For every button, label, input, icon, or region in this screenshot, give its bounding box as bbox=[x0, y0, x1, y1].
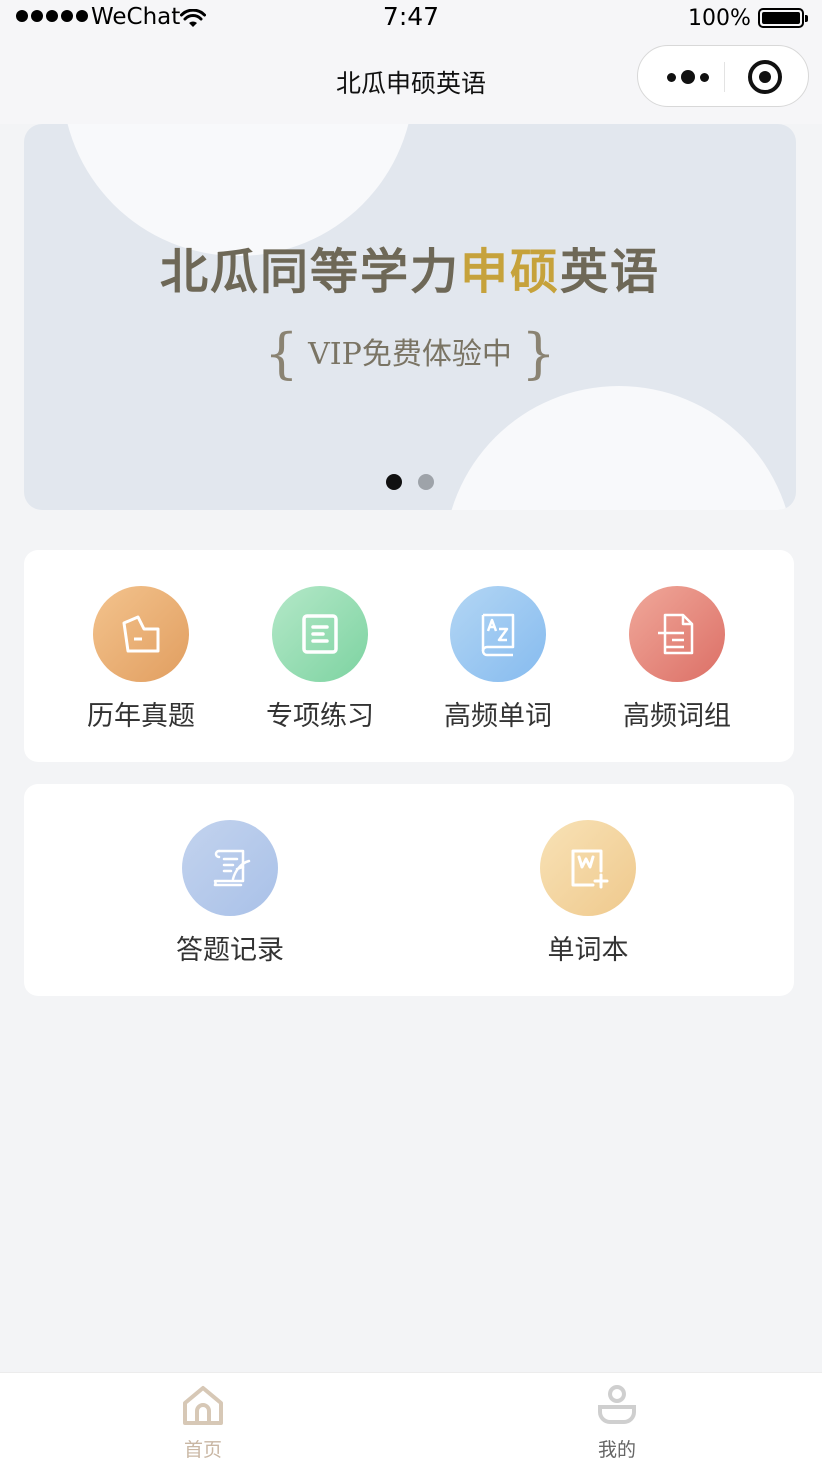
menu-item-label: 答题记录 bbox=[176, 935, 284, 966]
menu-item-past-exams[interactable]: 历年真题 bbox=[56, 586, 226, 733]
carousel-dot[interactable] bbox=[418, 474, 434, 490]
banner-decor-circle bbox=[444, 386, 794, 510]
close-miniprogram-button[interactable] bbox=[748, 60, 782, 94]
more-dot-icon bbox=[681, 70, 695, 84]
tab-home[interactable]: 首页 bbox=[143, 1383, 263, 1462]
tab-me[interactable]: 我的 bbox=[557, 1383, 677, 1462]
menu-item-label: 单词本 bbox=[547, 935, 629, 966]
scroll-quill-icon bbox=[182, 820, 278, 916]
banner-headline-prefix: 北瓜同等学力 bbox=[159, 244, 460, 300]
menu-item-answer-records[interactable]: 答题记录 bbox=[145, 820, 315, 967]
menu-item-label: 高频词组 bbox=[623, 701, 731, 732]
more-options-button[interactable] bbox=[658, 62, 718, 92]
banner-headline-suffix: 英语 bbox=[560, 244, 661, 300]
banner-headline: 北瓜同等学力申硕英语 bbox=[24, 232, 796, 302]
document-list-icon bbox=[272, 586, 368, 682]
carousel-dot-active[interactable] bbox=[386, 474, 402, 490]
file-lines-icon bbox=[629, 586, 725, 682]
az-book-icon bbox=[450, 586, 546, 682]
menu-item-frequent-phrases[interactable]: 高频词组 bbox=[592, 586, 762, 733]
battery-percentage: 100% bbox=[688, 6, 751, 31]
home-icon bbox=[183, 1386, 223, 1425]
brace-left: { bbox=[264, 322, 299, 385]
capsule-divider bbox=[724, 62, 725, 92]
wordbook-add-icon bbox=[540, 820, 636, 916]
menu-item-label: 历年真题 bbox=[87, 701, 195, 732]
folder-file-icon bbox=[93, 586, 189, 682]
more-dot-icon bbox=[667, 72, 676, 82]
menu-item-frequent-words[interactable]: 高频单词 bbox=[413, 586, 583, 733]
carousel-indicator bbox=[386, 474, 434, 490]
status-bar: WeChat 7:47 100% bbox=[0, 0, 822, 40]
more-dot-icon bbox=[700, 72, 709, 82]
menu-item-label: 高频单词 bbox=[444, 701, 552, 732]
banner-headline-highlight: 申硕 bbox=[459, 244, 560, 300]
user-icon bbox=[598, 1385, 636, 1424]
banner-subtitle-text: VIP免费体验中 bbox=[308, 337, 512, 372]
miniprogram-capsule bbox=[637, 45, 809, 107]
menu-item-special-practice[interactable]: 专项练习 bbox=[235, 586, 405, 733]
banner-subtitle: { VIP免费体验中 } bbox=[24, 322, 796, 385]
tab-bar: 首页 我的 bbox=[0, 1372, 822, 1468]
tab-label: 首页 bbox=[183, 1439, 222, 1461]
menu-item-label: 专项练习 bbox=[266, 701, 374, 732]
main-menu-card: 历年真题 专项练习 高频单词 高频词组 bbox=[24, 550, 794, 762]
tab-label: 我的 bbox=[597, 1439, 636, 1461]
nav-bar: 北瓜申硕英语 bbox=[0, 40, 822, 124]
brace-right: } bbox=[521, 322, 556, 385]
menu-item-wordbook[interactable]: 单词本 bbox=[503, 820, 673, 967]
battery-icon bbox=[758, 8, 808, 28]
secondary-menu-card: 答题记录 单词本 bbox=[24, 784, 794, 996]
banner-carousel[interactable]: 北瓜同等学力申硕英语 { VIP免费体验中 } bbox=[24, 124, 796, 510]
